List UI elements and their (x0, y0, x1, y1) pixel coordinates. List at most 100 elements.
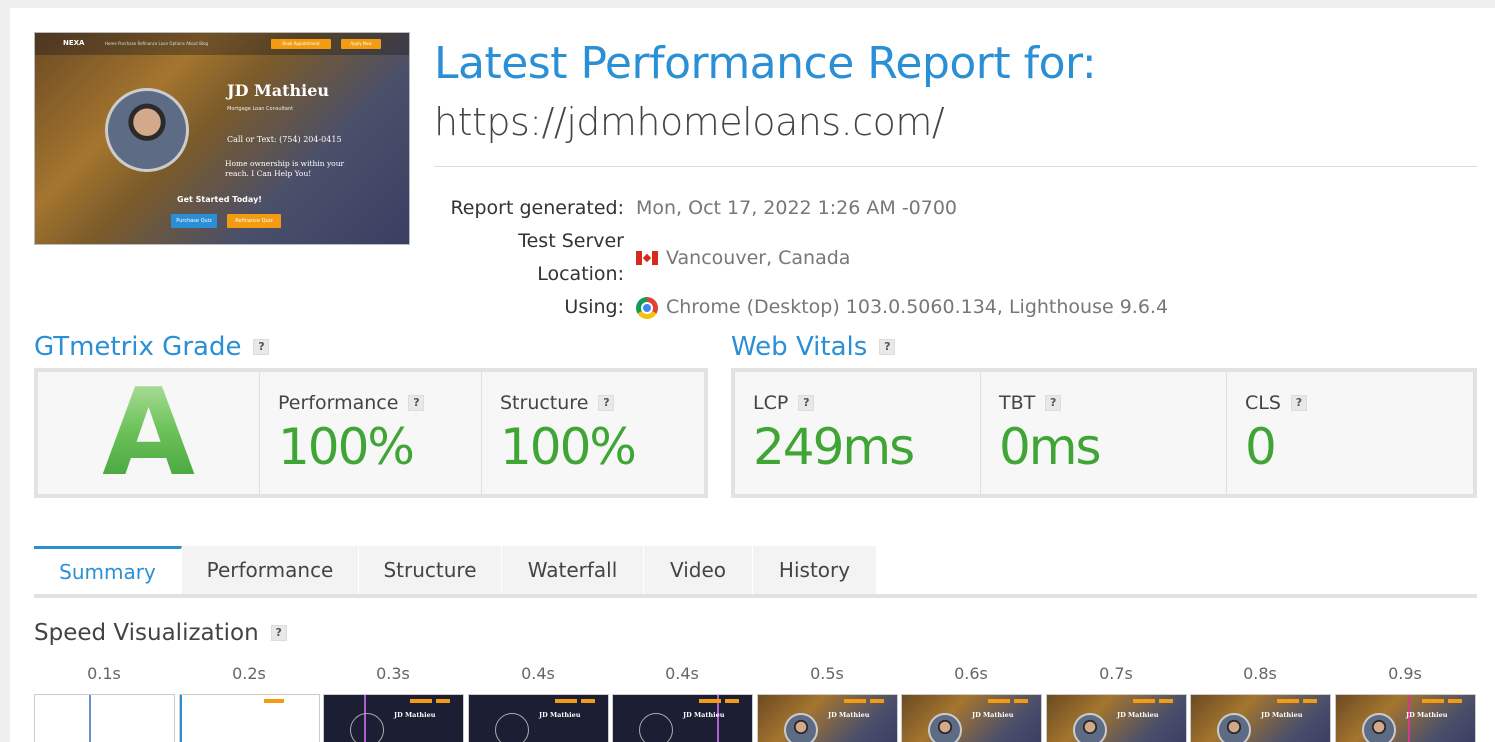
frame-avatar (1217, 713, 1251, 742)
meta-using-row: Using: Chrome (Desktop) 103.0.5060.134, … (434, 291, 1168, 324)
tab-waterfall[interactable]: Waterfall (502, 546, 644, 594)
meta-using-value-wrap: Chrome (Desktop) 103.0.5060.134, Lightho… (636, 291, 1168, 324)
thumb-nav-links: Home Purchase Refinance Loan Options Abo… (105, 41, 209, 46)
gtmetrix-grade-heading: GTmetrix Grade ? (34, 332, 270, 362)
frame-name: JD Mathieu (972, 711, 1014, 719)
frame-label: 0.8s (1243, 664, 1277, 683)
tab-performance[interactable]: Performance (182, 546, 359, 594)
frame-button (844, 699, 866, 703)
performance-value: 100% (278, 418, 415, 476)
help-icon[interactable]: ? (408, 395, 425, 411)
meta-location-row: Test Server Location: Vancouver, Canada (434, 225, 1168, 291)
frame-button (1159, 699, 1173, 703)
tab-history[interactable]: History (753, 546, 877, 594)
tbt-label-wrap: TBT ? (999, 392, 1062, 414)
meta-location-label: Test Server Location: (518, 230, 624, 285)
frame-thumbnail[interactable]: JD Mathieu (1046, 694, 1187, 742)
structure-label: Structure (500, 392, 589, 414)
frame-name: JD Mathieu (394, 711, 436, 719)
site-screenshot[interactable]: NEXA Home Purchase Refinance Loan Option… (34, 32, 410, 245)
frame-label: 0.7s (1099, 664, 1133, 683)
tbt-value: 0ms (999, 418, 1102, 476)
frame-thumbnail[interactable]: JD Mathieu (323, 694, 464, 742)
help-icon[interactable]: ? (879, 339, 896, 355)
speed-visualization-title: Speed Visualization (34, 620, 259, 646)
thumb-apply-button: Apply Now (341, 39, 381, 49)
help-icon[interactable]: ? (598, 395, 615, 411)
meta-generated-row: Report generated: Mon, Oct 17, 2022 1:26… (434, 192, 1168, 225)
lcp-label: LCP (753, 392, 789, 414)
structure-value: 100% (500, 418, 637, 476)
structure-label-wrap: Structure ? (500, 392, 615, 414)
frame-button (1448, 699, 1462, 703)
meta-using-label: Using: (564, 296, 624, 318)
thumb-tagline: Home ownership is within your reach. I C… (225, 159, 344, 179)
frame-button (581, 699, 595, 703)
frame-marker (180, 695, 182, 742)
frame-avatar (1362, 713, 1396, 742)
lcp-cell: LCP ? 249ms (735, 372, 981, 494)
tbt-label: TBT (999, 392, 1036, 414)
web-vitals-heading: Web Vitals ? (731, 332, 896, 362)
frame-button (1422, 699, 1444, 703)
frame-label: 0.6s (954, 664, 988, 683)
frame-button (555, 699, 577, 703)
frame-thumbnail[interactable] (179, 694, 320, 742)
frame-label: 0.4s (521, 664, 555, 683)
frame-name: JD Mathieu (1261, 711, 1303, 719)
frame-button (699, 699, 721, 703)
frame-label: 0.3s (376, 664, 410, 683)
frame-label: 0.9s (1388, 664, 1422, 683)
frame-label: 0.1s (87, 664, 121, 683)
frame-label: 0.4s (665, 664, 699, 683)
tab-structure[interactable]: Structure (359, 546, 502, 594)
divider (434, 166, 1477, 167)
frame-name: JD Mathieu (539, 711, 581, 719)
frame-avatar (1073, 713, 1107, 742)
tbt-cell: TBT ? 0ms (981, 372, 1227, 494)
report-page: NEXA Home Purchase Refinance Loan Option… (10, 8, 1495, 742)
gtmetrix-grade-panel: A Performance ? 100% Structure ? 100% (34, 368, 708, 498)
frame-button (1303, 699, 1317, 703)
frame-thumbnail[interactable]: JD Mathieu (1190, 694, 1331, 742)
frame-button (436, 699, 450, 703)
thumb-tagline-2: reach. I Can Help You! (225, 169, 312, 178)
thumb-name: JD Mathieu (227, 81, 330, 100)
thumb-purchase-button: Purchase Quiz (171, 214, 217, 228)
frame-button (870, 699, 884, 703)
frame-button (264, 699, 284, 703)
speed-frames: 0.1s 0.2s 0.3s 0.4s 0.4s 0.5s 0.6s 0.7s … (34, 664, 1477, 742)
frame-button (988, 699, 1010, 703)
frame-avatar (784, 713, 818, 742)
frame-thumbnail[interactable]: JD Mathieu (901, 694, 1042, 742)
meta-location-value-wrap: Vancouver, Canada (636, 225, 850, 291)
cls-label: CLS (1245, 392, 1281, 414)
thumb-appointment-button: Book Appointment (271, 39, 331, 49)
meta-using-value: Chrome (Desktop) 103.0.5060.134, Lightho… (666, 296, 1169, 318)
report-url[interactable]: https://jdmhomeloans.com/ (434, 100, 945, 144)
web-vitals-panel: LCP ? 249ms TBT ? 0ms CLS ? 0 (731, 368, 1477, 498)
frame-avatar (495, 713, 529, 742)
tab-summary[interactable]: Summary (34, 546, 182, 594)
help-icon[interactable]: ? (798, 395, 815, 411)
report-meta: Report generated: Mon, Oct 17, 2022 1:26… (434, 192, 1168, 324)
help-icon[interactable]: ? (253, 339, 270, 355)
frame-thumbnail[interactable]: JD Mathieu (757, 694, 898, 742)
cls-label-wrap: CLS ? (1245, 392, 1307, 414)
frame-avatar (350, 713, 384, 742)
tab-video[interactable]: Video (644, 546, 753, 594)
cls-value: 0 (1245, 418, 1277, 476)
thumb-avatar (105, 88, 189, 172)
help-icon[interactable]: ? (1290, 395, 1307, 411)
frame-thumbnail[interactable] (34, 694, 175, 742)
lcp-label-wrap: LCP ? (753, 392, 815, 414)
lcp-value: 249ms (753, 418, 915, 476)
frame-thumbnail[interactable]: JD Mathieu (1335, 694, 1476, 742)
thumb-phone: Call or Text: (754) 204-0415 (227, 135, 342, 144)
frame-thumbnail[interactable]: JD Mathieu (612, 694, 753, 742)
frame-thumbnail[interactable]: JD Mathieu (468, 694, 609, 742)
grade-letter: A (38, 372, 259, 496)
help-icon[interactable]: ? (270, 625, 287, 641)
thumb-refinance-button: Refinance Quiz (227, 214, 281, 228)
help-icon[interactable]: ? (1045, 395, 1062, 411)
